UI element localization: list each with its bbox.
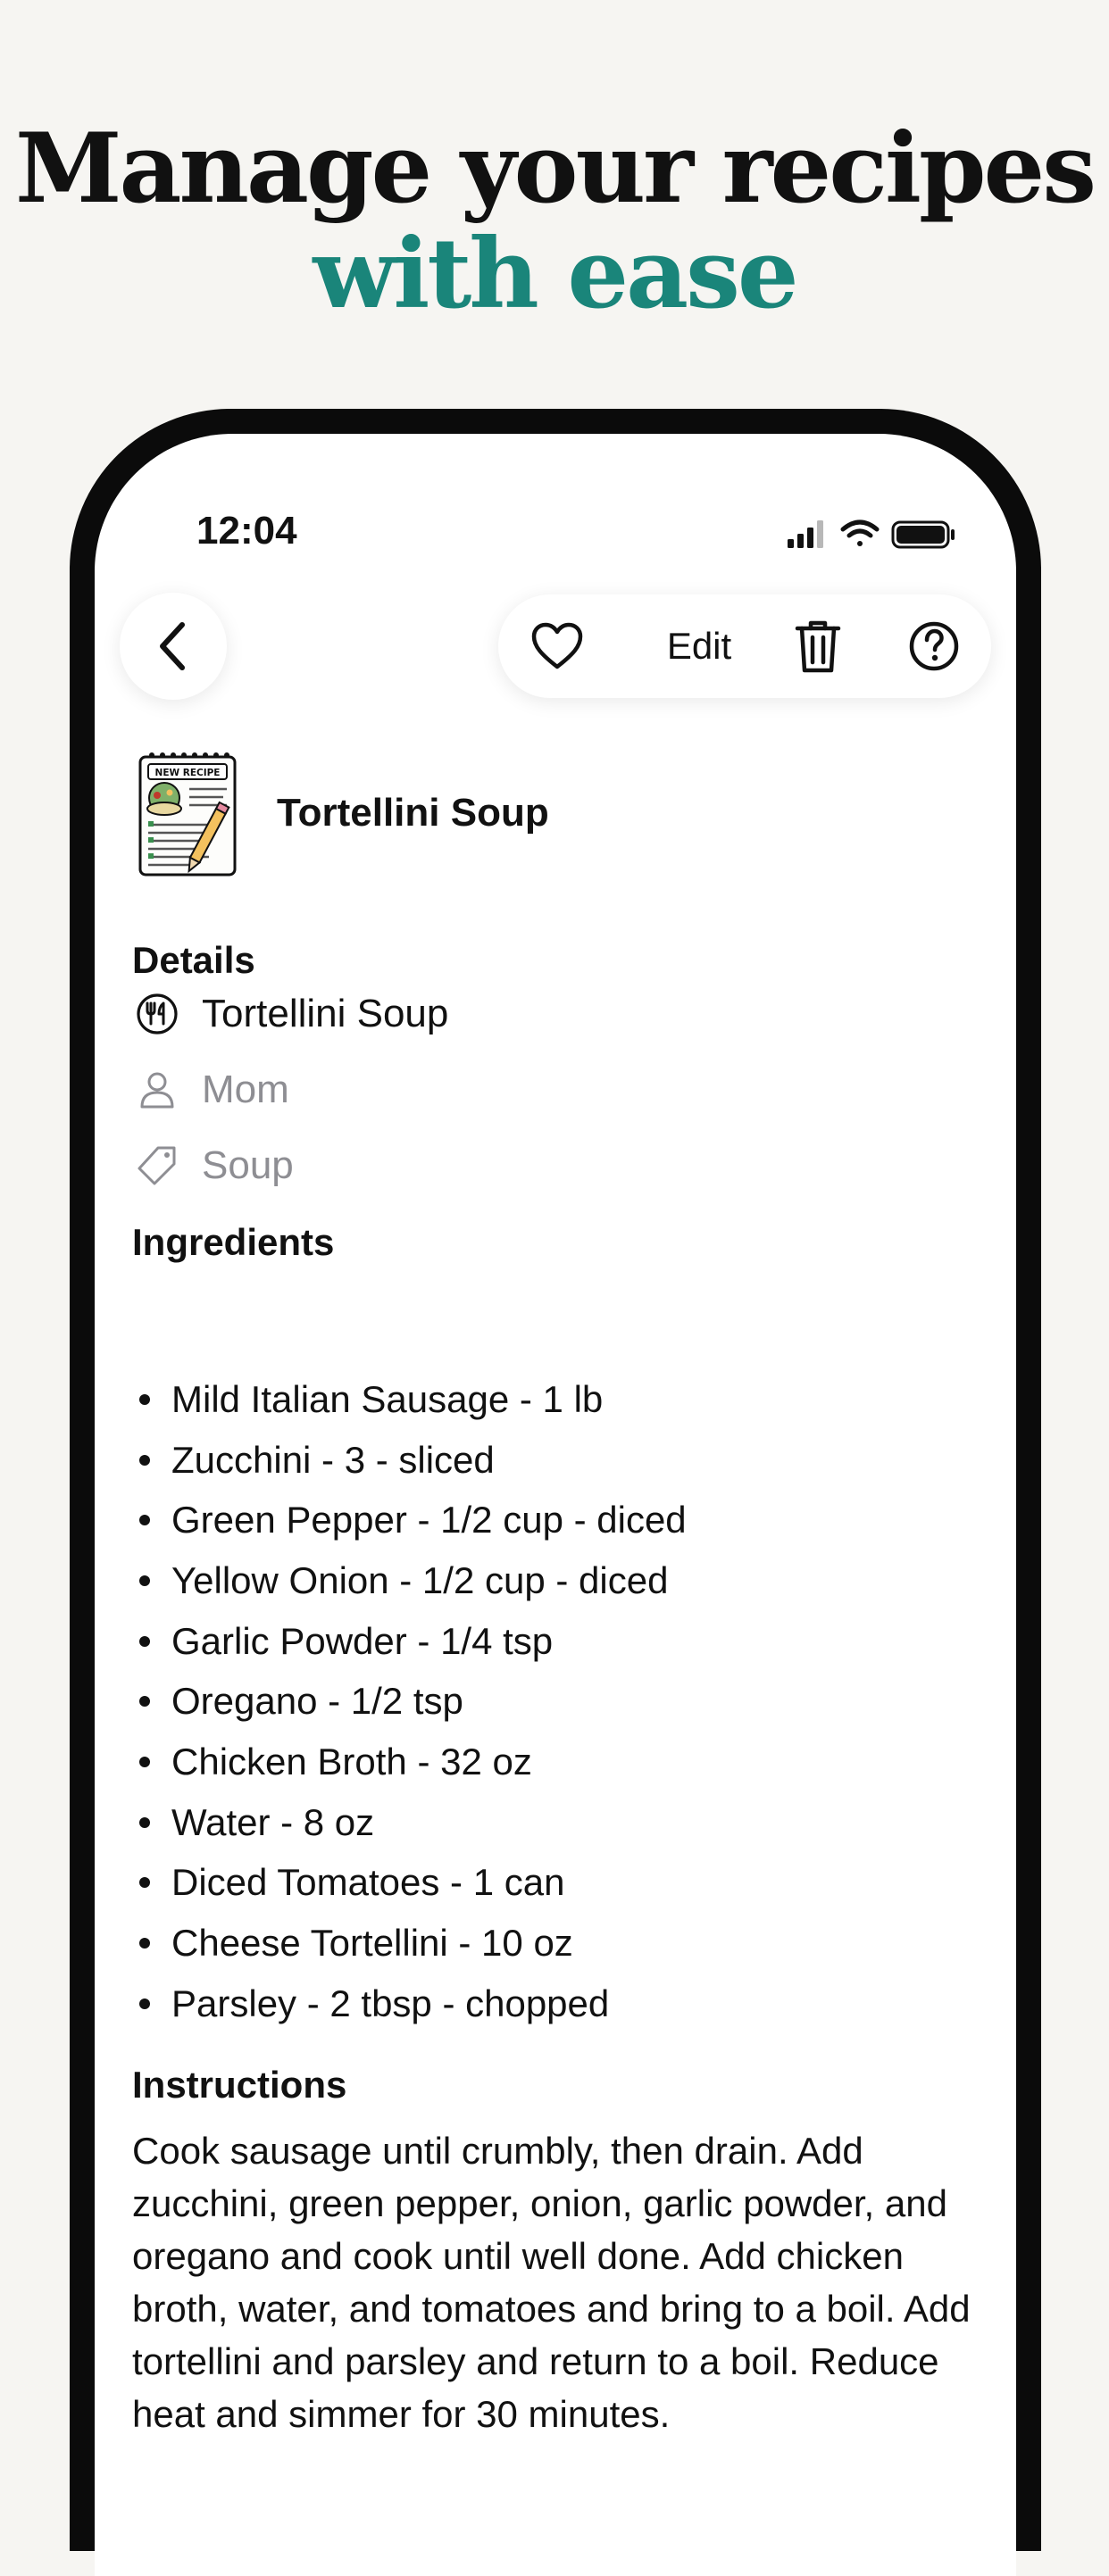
bullet: [139, 1756, 150, 1767]
detail-category-row: Soup: [132, 1139, 294, 1192]
detail-author: Mom: [202, 1068, 289, 1111]
bullet: [139, 1454, 150, 1466]
recipe-thumbnail: NEW RECIPE: [138, 748, 243, 880]
edit-button[interactable]: Edit: [641, 594, 757, 698]
cellular-signal-icon: [788, 520, 823, 548]
detail-category: Soup: [202, 1143, 294, 1187]
ingredient-item: Parsley - 2 tbsp - chopped: [132, 1974, 989, 2034]
status-time: 12:04: [196, 509, 297, 553]
detail-name: Tortellini Soup: [202, 992, 449, 1035]
detail-name-row: Tortellini Soup: [132, 987, 448, 1041]
bullet: [139, 1816, 150, 1828]
delete-button[interactable]: [773, 594, 863, 698]
ingredient-item: Garlic Powder - 1/4 tsp: [132, 1611, 989, 1672]
details-heading: Details: [132, 939, 255, 981]
favorite-button[interactable]: [513, 594, 602, 698]
heart-icon: [531, 622, 583, 669]
headline-line-2: with ease: [313, 218, 798, 330]
detail-author-row: Mom: [132, 1063, 289, 1117]
bullet: [139, 1515, 150, 1526]
recipe-title: Tortellini Soup: [277, 791, 549, 835]
bullet: [139, 1635, 150, 1647]
ingredient-item: Mild Italian Sausage - 1 lb: [132, 1369, 989, 1430]
phone-screen: 12:04 Edit NEW RECIPE Tortellini Soup De…: [95, 434, 1016, 2576]
ingredient-item: Green Pepper - 1/2 cup - diced: [132, 1490, 989, 1550]
utensils-icon: [132, 989, 182, 1039]
status-icons: [788, 516, 966, 556]
trash-icon: [795, 620, 841, 673]
ingredients-heading: Ingredients: [132, 1221, 335, 1263]
bullet: [139, 1575, 150, 1586]
ingredient-item: Chicken Broth - 32 oz: [132, 1732, 989, 1792]
bullet: [139, 1696, 150, 1708]
headline-line-1: Manage your recipes: [14, 112, 1096, 225]
wifi-icon: [840, 519, 880, 546]
recipe-notebook-illustration: NEW RECIPE: [138, 752, 237, 877]
instructions-text: Cook sausage until crumbly, then drain. …: [132, 2130, 971, 2435]
ingredient-item: Zucchini - 3 - sliced: [132, 1430, 989, 1491]
svg-text:NEW RECIPE: NEW RECIPE: [155, 768, 221, 778]
ingredient-item: Water - 8 oz: [132, 1792, 989, 1853]
person-icon: [132, 1065, 182, 1115]
bullet: [139, 1877, 150, 1889]
instructions-heading: Instructions: [132, 2064, 347, 2106]
ingredient-item: Yellow Onion - 1/2 cup - diced: [132, 1550, 989, 1611]
ingredients-list: Mild Italian Sausage - 1 lb Zucchini - 3…: [132, 1369, 989, 2034]
ingredient-item: Diced Tomatoes - 1 can: [132, 1853, 989, 1914]
battery-icon: [891, 520, 955, 549]
ingredient-item: Oregano - 1/2 tsp: [132, 1671, 989, 1732]
help-button[interactable]: [889, 594, 979, 698]
back-chevron-icon: [160, 622, 185, 670]
bullet: [139, 1393, 150, 1405]
tag-icon: [132, 1141, 182, 1191]
help-icon: [909, 621, 959, 671]
marketing-headline: Manage your recipes with ease: [0, 116, 1109, 327]
bullet: [139, 1998, 150, 2009]
bullet: [139, 1938, 150, 1949]
recipe-toolbar: Edit: [498, 594, 991, 698]
back-button[interactable]: [120, 593, 227, 700]
phone-frame: 12:04 Edit NEW RECIPE Tortellini Soup De…: [70, 409, 1041, 2576]
ingredient-item: Cheese Tortellini - 10 oz: [132, 1913, 989, 1974]
